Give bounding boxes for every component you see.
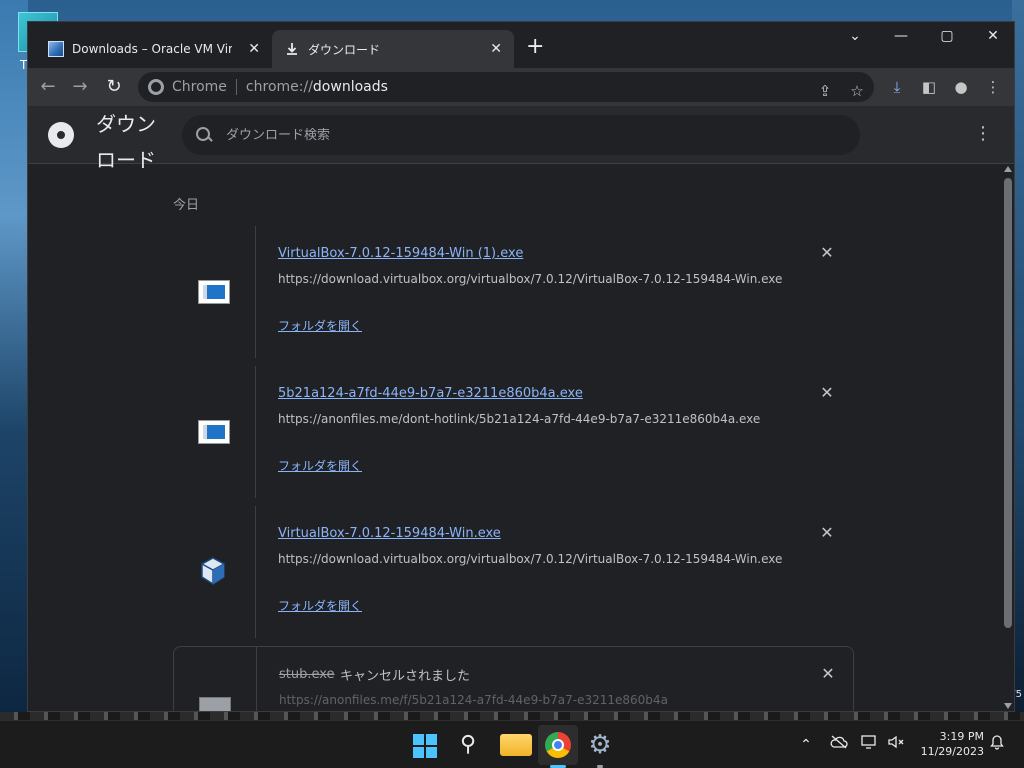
- new-tab-button[interactable]: +: [526, 36, 544, 58]
- url-scheme: chrome://: [245, 79, 313, 95]
- close-window-button[interactable]: ✕: [978, 26, 1008, 46]
- exe-file-icon: [198, 280, 230, 304]
- tab-strip: Downloads – Oracle VM VirtualBox ✕ ダウンロー…: [28, 22, 1014, 68]
- taskbar-search-icon[interactable]: ⚲: [452, 729, 484, 761]
- download-item-cancelled: stub.exe キャンセルされました https://anonfiles.me…: [173, 646, 854, 711]
- back-button[interactable]: ←: [36, 75, 60, 99]
- download-item: VirtualBox-7.0.12-159484-Win.exe https:/…: [173, 506, 854, 638]
- download-item: VirtualBox-7.0.12-159484-Win (1).exe htt…: [173, 226, 854, 358]
- file-name: stub.exe: [279, 667, 335, 682]
- cloud-offline-icon[interactable]: [828, 734, 850, 756]
- item-divider: [255, 366, 256, 498]
- side-panel-icon[interactable]: ◧: [917, 75, 941, 99]
- item-divider: [256, 647, 257, 711]
- tab-search-dropdown-icon[interactable]: ⌄: [840, 26, 870, 46]
- scroll-down-arrow-icon[interactable]: [1004, 703, 1012, 709]
- tab-virtualbox-downloads[interactable]: Downloads – Oracle VM VirtualBox ✕: [36, 30, 272, 68]
- downloads-icon[interactable]: ⤓: [885, 75, 909, 99]
- bookmark-star-icon[interactable]: ☆: [846, 79, 868, 103]
- download-item: 5b21a124-a7fd-44e9-b7a7-e3211e860b4a.exe…: [173, 366, 854, 498]
- notification-bell-icon[interactable]: [986, 734, 1008, 757]
- file-url: https://download.virtualbox.org/virtualb…: [278, 272, 783, 286]
- omnibox-separator: [235, 79, 237, 95]
- show-in-folder-link[interactable]: フォルダを開く: [278, 597, 362, 614]
- clock-time: 3:19 PM: [939, 730, 984, 743]
- address-bar[interactable]: Chrome chrome:// downloads ⇪ ☆: [138, 72, 874, 102]
- maximize-button[interactable]: ▢: [932, 26, 962, 46]
- reload-button[interactable]: ↻: [102, 75, 126, 99]
- scrollbar-thumb[interactable]: [1004, 178, 1012, 628]
- download-search[interactable]: [182, 115, 860, 155]
- windows-taskbar: ⚲ ⚙ ⌃ 3:19 PM 11/29/2023: [0, 720, 1024, 768]
- chrome-site-icon: [148, 79, 164, 95]
- url-path: downloads: [312, 79, 388, 95]
- background-window-strip: [0, 712, 1024, 720]
- clock-date: 11/29/2023: [920, 745, 984, 758]
- downloads-page: ダウンロード ⋮ 今日 VirtualBox-7.0.12-159484-Win…: [28, 106, 1014, 711]
- file-icon-cell: [173, 506, 255, 638]
- chrome-window: Downloads – Oracle VM VirtualBox ✕ ダウンロー…: [27, 21, 1015, 712]
- file-url: https://download.virtualbox.org/virtualb…: [278, 552, 783, 566]
- forward-button[interactable]: →: [68, 75, 92, 99]
- file-url: https://anonfiles.me/f/5b21a124-a7fd-44e…: [279, 693, 668, 707]
- file-name-link[interactable]: 5b21a124-a7fd-44e9-b7a7-e3211e860b4a.exe: [278, 386, 583, 401]
- downloads-header: ダウンロード ⋮: [28, 106, 1014, 172]
- minimize-button[interactable]: —: [886, 26, 916, 46]
- file-icon-cell: [173, 226, 255, 358]
- file-url: https://anonfiles.me/dont-hotlink/5b21a1…: [278, 412, 761, 426]
- tab-close-icon[interactable]: ✕: [248, 41, 260, 57]
- show-in-folder-link[interactable]: フォルダを開く: [278, 317, 362, 334]
- network-icon[interactable]: [858, 734, 880, 757]
- browser-toolbar: ← → ↻ Chrome chrome:// downloads ⇪ ☆ ⤓ ◧…: [28, 68, 1014, 106]
- search-input[interactable]: [226, 127, 826, 143]
- desktop-left-edge: [0, 0, 28, 720]
- file-icon-cell: [173, 366, 255, 498]
- downloads-list: 今日 VirtualBox-7.0.12-159484-Win (1).exe …: [28, 164, 1000, 711]
- remove-item-close-icon[interactable]: ✕: [818, 244, 836, 262]
- item-divider: [255, 226, 256, 358]
- virtualbox-favicon-icon: [48, 41, 64, 57]
- windows-logo-icon: [413, 734, 424, 745]
- virtualbox-icon: [201, 557, 225, 585]
- file-icon-cell: [174, 647, 256, 711]
- scroll-up-arrow-icon[interactable]: [1004, 166, 1012, 172]
- download-favicon-icon: [284, 41, 300, 57]
- exe-file-icon: [198, 420, 230, 444]
- search-icon: [196, 127, 212, 143]
- system-clock[interactable]: 3:19 PM 11/29/2023: [910, 729, 984, 759]
- share-icon[interactable]: ⇪: [814, 79, 836, 103]
- start-button[interactable]: [408, 729, 440, 761]
- tab-title: ダウンロード: [308, 42, 381, 57]
- exe-file-icon: [199, 697, 231, 711]
- remove-item-close-icon[interactable]: ✕: [818, 384, 836, 402]
- show-in-folder-link[interactable]: フォルダを開く: [278, 457, 362, 474]
- remove-item-close-icon[interactable]: ✕: [819, 665, 837, 683]
- settings-gear-icon[interactable]: ⚙: [584, 729, 616, 761]
- file-explorer-icon[interactable]: [500, 734, 532, 756]
- more-actions-icon[interactable]: ⋮: [974, 122, 992, 146]
- chrome-logo-icon: [48, 122, 74, 148]
- date-heading: 今日: [173, 198, 200, 213]
- profile-icon[interactable]: ●: [949, 75, 973, 99]
- volume-muted-icon[interactable]: [885, 734, 907, 757]
- omnibox-chrome-label: Chrome: [172, 79, 227, 95]
- file-name-link[interactable]: VirtualBox-7.0.12-159484-Win (1).exe: [278, 246, 523, 261]
- show-hidden-icons-chevron-icon[interactable]: ⌃: [795, 734, 817, 756]
- tab-close-icon[interactable]: ✕: [490, 41, 502, 57]
- item-divider: [255, 506, 256, 638]
- chrome-menu-icon[interactable]: ⋮: [981, 75, 1005, 99]
- tab-downloads[interactable]: ダウンロード ✕: [272, 30, 514, 68]
- tab-title: Downloads – Oracle VM VirtualBox: [72, 42, 232, 56]
- page-scrollbar[interactable]: [1000, 164, 1014, 711]
- chrome-taskbar-icon[interactable]: [545, 732, 571, 758]
- remove-item-close-icon[interactable]: ✕: [818, 524, 836, 542]
- file-name-link[interactable]: VirtualBox-7.0.12-159484-Win.exe: [278, 526, 501, 541]
- download-status: キャンセルされました: [340, 669, 471, 684]
